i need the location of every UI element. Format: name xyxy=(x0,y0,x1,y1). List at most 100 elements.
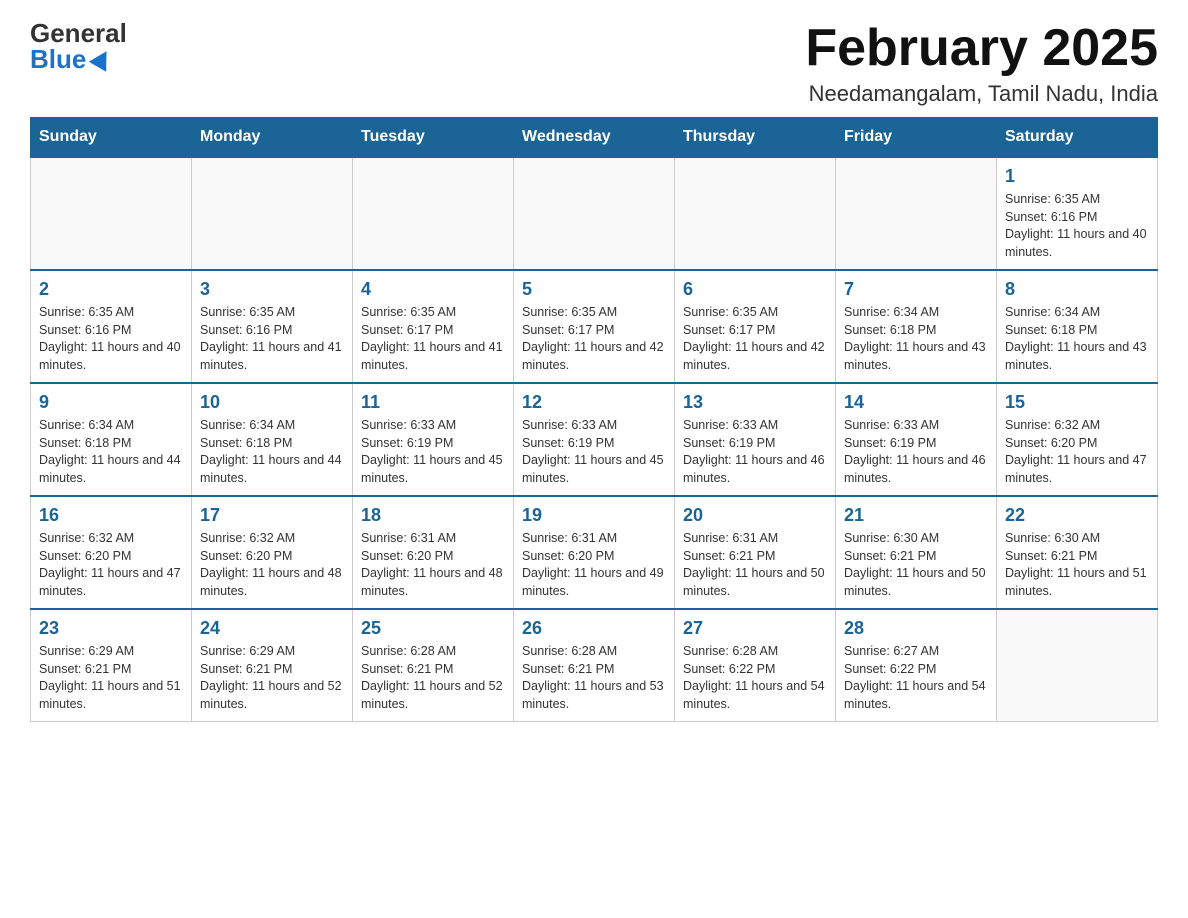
calendar-week-2: 2 Sunrise: 6:35 AMSunset: 6:16 PMDaylight… xyxy=(31,270,1158,383)
day-number: 18 xyxy=(361,505,505,526)
day-info: Sunrise: 6:27 AMSunset: 6:22 PMDaylight:… xyxy=(844,643,988,713)
table-row: 21Sunrise: 6:30 AMSunset: 6:21 PMDayligh… xyxy=(836,496,997,609)
day-number: 9 xyxy=(39,392,183,413)
day-info: Sunrise: 6:32 AMSunset: 6:20 PMDaylight:… xyxy=(200,530,344,600)
day-info: Sunrise: 6:31 AMSunset: 6:21 PMDaylight:… xyxy=(683,530,827,600)
day-info: Sunrise: 6:31 AMSunset: 6:20 PMDaylight:… xyxy=(361,530,505,600)
table-row: 2 Sunrise: 6:35 AMSunset: 6:16 PMDaylight… xyxy=(31,270,192,383)
table-row: 8 Sunrise: 6:34 AMSunset: 6:18 PMDaylight… xyxy=(997,270,1158,383)
day-number: 8 xyxy=(1005,279,1149,300)
day-number: 22 xyxy=(1005,505,1149,526)
table-row xyxy=(836,157,997,270)
day-number: 2 xyxy=(39,279,183,300)
table-row: 4 Sunrise: 6:35 AMSunset: 6:17 PMDaylight… xyxy=(353,270,514,383)
day-number: 1 xyxy=(1005,166,1149,187)
day-info: Sunrise: 6:28 AMSunset: 6:22 PMDaylight:… xyxy=(683,643,827,713)
day-number: 11 xyxy=(361,392,505,413)
day-info: Sunrise: 6:35 AMSunset: 6:16 PMDaylight:… xyxy=(1005,191,1149,261)
table-row: 10 Sunrise: 6:34 AMSunset: 6:18 PMDayligh… xyxy=(192,383,353,496)
day-number: 6 xyxy=(683,279,827,300)
day-info: Sunrise: 6:34 AMSunset: 6:18 PMDaylight:… xyxy=(1005,304,1149,374)
day-info: Sunrise: 6:34 AMSunset: 6:18 PMDaylight:… xyxy=(844,304,988,374)
day-info: Sunrise: 6:33 AMSunset: 6:19 PMDaylight:… xyxy=(361,417,505,487)
calendar-week-5: 23 Sunrise: 6:29 AMSunset: 6:21 PMDayligh… xyxy=(31,609,1158,722)
table-row: 7 Sunrise: 6:34 AMSunset: 6:18 PMDaylight… xyxy=(836,270,997,383)
day-number: 17 xyxy=(200,505,344,526)
day-info: Sunrise: 6:35 AMSunset: 6:16 PMDaylight:… xyxy=(200,304,344,374)
logo-blue-text: Blue xyxy=(30,46,112,72)
logo-triangle-icon xyxy=(89,46,115,72)
page-header: General Blue February 2025 Needamangalam… xyxy=(30,20,1158,107)
day-number: 19 xyxy=(522,505,666,526)
day-number: 16 xyxy=(39,505,183,526)
day-number: 28 xyxy=(844,618,988,639)
day-info: Sunrise: 6:30 AMSunset: 6:21 PMDaylight:… xyxy=(844,530,988,600)
calendar-week-1: 1 Sunrise: 6:35 AMSunset: 6:16 PMDaylight… xyxy=(31,157,1158,270)
day-info: Sunrise: 6:33 AMSunset: 6:19 PMDaylight:… xyxy=(522,417,666,487)
table-row: 27 Sunrise: 6:28 AMSunset: 6:22 PMDayligh… xyxy=(675,609,836,722)
table-row: 24 Sunrise: 6:29 AMSunset: 6:21 PMDayligh… xyxy=(192,609,353,722)
day-info: Sunrise: 6:34 AMSunset: 6:18 PMDaylight:… xyxy=(200,417,344,487)
table-row xyxy=(514,157,675,270)
day-number: 5 xyxy=(522,279,666,300)
title-section: February 2025 Needamangalam, Tamil Nadu,… xyxy=(805,20,1158,107)
day-info: Sunrise: 6:28 AMSunset: 6:21 PMDaylight:… xyxy=(522,643,666,713)
day-info: Sunrise: 6:35 AMSunset: 6:17 PMDaylight:… xyxy=(361,304,505,374)
col-thursday: Thursday xyxy=(675,118,836,158)
table-row: 23 Sunrise: 6:29 AMSunset: 6:21 PMDayligh… xyxy=(31,609,192,722)
day-number: 4 xyxy=(361,279,505,300)
table-row: 12 Sunrise: 6:33 AMSunset: 6:19 PMDayligh… xyxy=(514,383,675,496)
col-saturday: Saturday xyxy=(997,118,1158,158)
table-row xyxy=(353,157,514,270)
col-tuesday: Tuesday xyxy=(353,118,514,158)
day-info: Sunrise: 6:32 AMSunset: 6:20 PMDaylight:… xyxy=(39,530,183,600)
calendar-header-row: Sunday Monday Tuesday Wednesday Thursday… xyxy=(31,118,1158,158)
day-number: 13 xyxy=(683,392,827,413)
table-row: 22Sunrise: 6:30 AMSunset: 6:21 PMDayligh… xyxy=(997,496,1158,609)
day-info: Sunrise: 6:32 AMSunset: 6:20 PMDaylight:… xyxy=(1005,417,1149,487)
table-row: 26 Sunrise: 6:28 AMSunset: 6:21 PMDayligh… xyxy=(514,609,675,722)
table-row: 17 Sunrise: 6:32 AMSunset: 6:20 PMDayligh… xyxy=(192,496,353,609)
table-row xyxy=(675,157,836,270)
table-row: 9 Sunrise: 6:34 AMSunset: 6:18 PMDaylight… xyxy=(31,383,192,496)
day-info: Sunrise: 6:34 AMSunset: 6:18 PMDaylight:… xyxy=(39,417,183,487)
logo: General Blue xyxy=(30,20,127,72)
calendar-week-4: 16 Sunrise: 6:32 AMSunset: 6:20 PMDayligh… xyxy=(31,496,1158,609)
day-info: Sunrise: 6:29 AMSunset: 6:21 PMDaylight:… xyxy=(39,643,183,713)
table-row: 28 Sunrise: 6:27 AMSunset: 6:22 PMDayligh… xyxy=(836,609,997,722)
day-number: 23 xyxy=(39,618,183,639)
day-number: 10 xyxy=(200,392,344,413)
day-info: Sunrise: 6:35 AMSunset: 6:17 PMDaylight:… xyxy=(683,304,827,374)
table-row xyxy=(31,157,192,270)
day-info: Sunrise: 6:28 AMSunset: 6:21 PMDaylight:… xyxy=(361,643,505,713)
day-info: Sunrise: 6:33 AMSunset: 6:19 PMDaylight:… xyxy=(683,417,827,487)
day-number: 12 xyxy=(522,392,666,413)
day-number: 7 xyxy=(844,279,988,300)
day-info: Sunrise: 6:29 AMSunset: 6:21 PMDaylight:… xyxy=(200,643,344,713)
col-wednesday: Wednesday xyxy=(514,118,675,158)
table-row: 16 Sunrise: 6:32 AMSunset: 6:20 PMDayligh… xyxy=(31,496,192,609)
day-info: Sunrise: 6:31 AMSunset: 6:20 PMDaylight:… xyxy=(522,530,666,600)
table-row: 19 Sunrise: 6:31 AMSunset: 6:20 PMDayligh… xyxy=(514,496,675,609)
day-number: 27 xyxy=(683,618,827,639)
day-info: Sunrise: 6:35 AMSunset: 6:16 PMDaylight:… xyxy=(39,304,183,374)
table-row: 3 Sunrise: 6:35 AMSunset: 6:16 PMDaylight… xyxy=(192,270,353,383)
day-number: 26 xyxy=(522,618,666,639)
table-row: 14 Sunrise: 6:33 AMSunset: 6:19 PMDayligh… xyxy=(836,383,997,496)
table-row xyxy=(997,609,1158,722)
table-row: 6 Sunrise: 6:35 AMSunset: 6:17 PMDaylight… xyxy=(675,270,836,383)
table-row: 13 Sunrise: 6:33 AMSunset: 6:19 PMDayligh… xyxy=(675,383,836,496)
day-number: 24 xyxy=(200,618,344,639)
day-info: Sunrise: 6:35 AMSunset: 6:17 PMDaylight:… xyxy=(522,304,666,374)
table-row: 18 Sunrise: 6:31 AMSunset: 6:20 PMDayligh… xyxy=(353,496,514,609)
day-number: 3 xyxy=(200,279,344,300)
col-friday: Friday xyxy=(836,118,997,158)
calendar-table: Sunday Monday Tuesday Wednesday Thursday… xyxy=(30,117,1158,722)
table-row: 11 Sunrise: 6:33 AMSunset: 6:19 PMDayligh… xyxy=(353,383,514,496)
table-row: 1 Sunrise: 6:35 AMSunset: 6:16 PMDaylight… xyxy=(997,157,1158,270)
calendar-week-3: 9 Sunrise: 6:34 AMSunset: 6:18 PMDaylight… xyxy=(31,383,1158,496)
day-info: Sunrise: 6:33 AMSunset: 6:19 PMDaylight:… xyxy=(844,417,988,487)
table-row: 25Sunrise: 6:28 AMSunset: 6:21 PMDayligh… xyxy=(353,609,514,722)
day-number: 14 xyxy=(844,392,988,413)
table-row xyxy=(192,157,353,270)
